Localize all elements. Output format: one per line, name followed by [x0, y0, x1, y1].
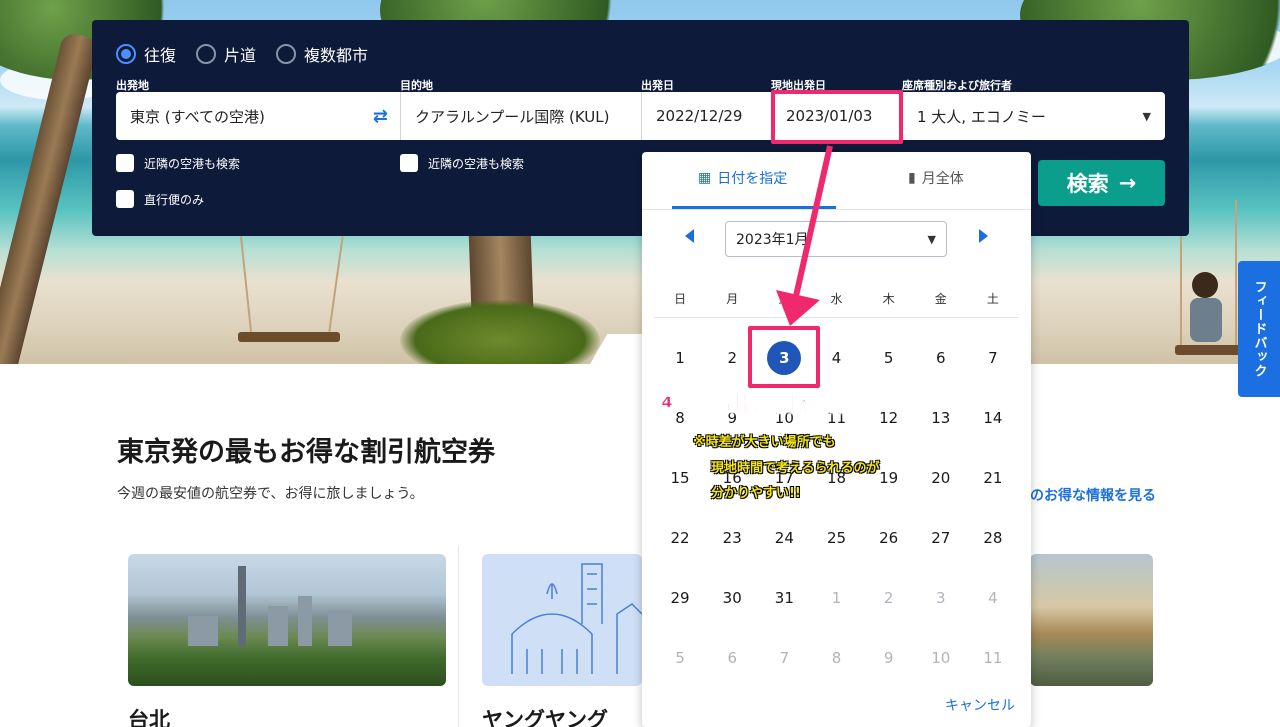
feedback-tab[interactable]: フィードバック	[1238, 261, 1280, 397]
annotation-arrow-overlay	[776, 145, 833, 326]
annotation-note-line: ※時差が大きい場所でも	[693, 435, 836, 450]
annotation-arrow-icon	[776, 145, 833, 326]
annotation-main-text: ④現地出発日を選択	[656, 389, 870, 418]
annotation-note-line: 分かりやすい!!	[711, 486, 801, 501]
annotation-note-line: 現地時間で考えるられるのが	[711, 461, 880, 476]
